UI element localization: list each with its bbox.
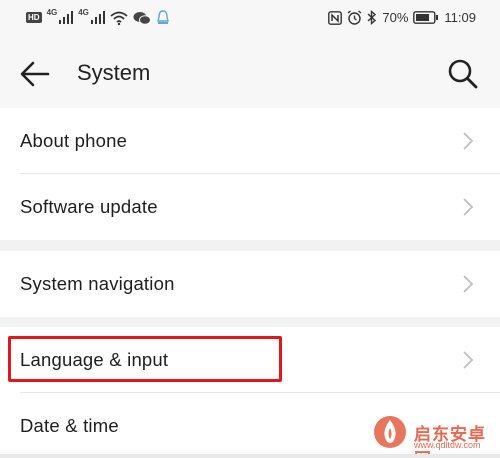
network-type-2: 4G (78, 8, 89, 17)
watermark-logo-icon (374, 416, 406, 448)
wechat-icon (133, 11, 151, 25)
settings-item-label: System navigation (20, 273, 175, 294)
bluetooth-icon (367, 10, 377, 25)
nfc-icon (328, 10, 343, 25)
battery-icon (413, 11, 439, 24)
app-header: System (0, 40, 500, 108)
battery-percent: 70% (382, 10, 409, 25)
settings-item-label: Software update (20, 196, 158, 217)
back-arrow-icon[interactable] (18, 58, 52, 90)
settings-group-1: About phone Software update (0, 108, 500, 240)
search-icon[interactable] (446, 57, 480, 91)
page-title: System (77, 60, 151, 85)
signal-icon (90, 11, 105, 24)
status-left: HD 4G 4G (26, 8, 170, 25)
chevron-right-icon (463, 198, 474, 216)
settings-item-software-update[interactable]: Software update (0, 174, 500, 240)
chevron-right-icon (463, 132, 474, 150)
notification-icon (157, 10, 169, 24)
network-type-1: 4G (46, 8, 58, 17)
signal-icon (59, 11, 74, 24)
chevron-right-icon (463, 275, 474, 293)
status-bar: HD 4G 4G 70% 11:09 (0, 0, 500, 40)
clock: 11:09 (444, 10, 476, 25)
chevron-right-icon (463, 351, 474, 369)
wifi-icon (110, 11, 128, 25)
settings-item-system-navigation[interactable]: System navigation (0, 251, 500, 317)
watermark-url: www.qdltdw.com (414, 440, 481, 450)
settings-item-label: Date & time (20, 415, 119, 436)
settings-item-label: About phone (20, 130, 128, 151)
settings-item-about-phone[interactable]: About phone (0, 108, 500, 174)
bottom-strip (0, 454, 500, 458)
alarm-icon (347, 10, 362, 25)
status-right: 70% 11:09 (328, 10, 476, 25)
highlight-box (8, 336, 282, 382)
watermark-text: 启东安卓网 (414, 425, 486, 458)
hd-icon: HD (26, 12, 42, 23)
settings-group-2: System navigation (0, 251, 500, 317)
